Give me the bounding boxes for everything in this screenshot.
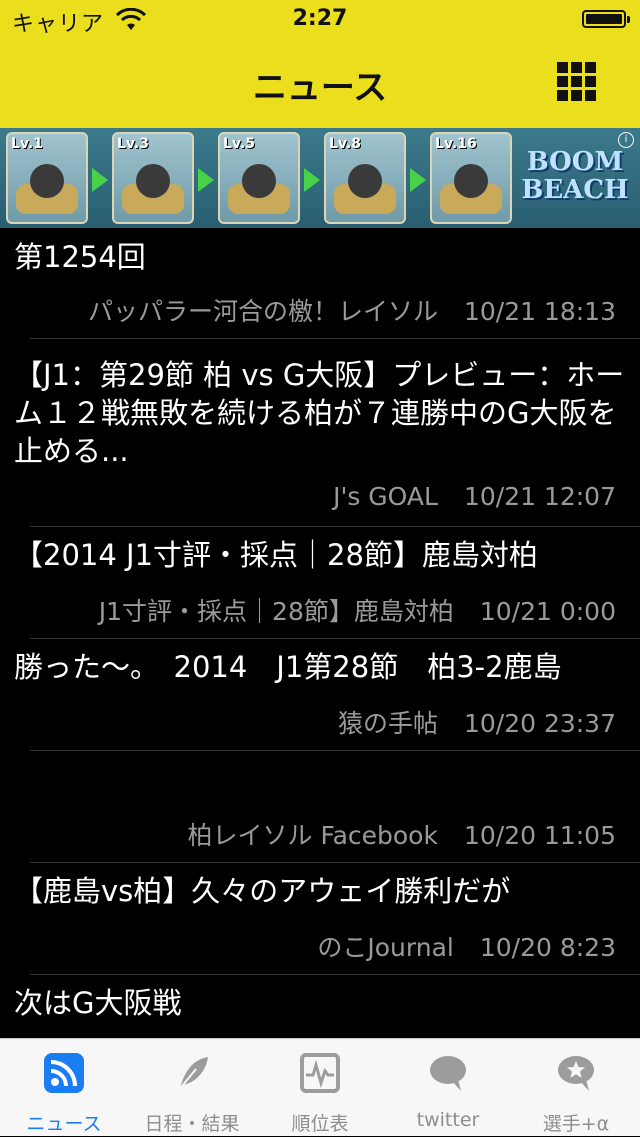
news-item[interactable]: 【J1：第29節 柏 vs G大阪】プレビュー：ホーム１２戦無敗を続ける柏が７連…	[0, 340, 640, 527]
grid-square	[585, 90, 596, 101]
ad-info-icon[interactable]: i	[618, 132, 634, 148]
divider	[30, 638, 640, 639]
page-title: ニュース	[252, 68, 388, 108]
news-source: パッパラー河合の檄！レイソル	[87, 297, 438, 326]
news-source: のこJournal	[317, 933, 454, 962]
grid-square	[571, 76, 582, 87]
brand-line-1: BOOM	[526, 147, 624, 177]
tab-bar: ニュース 日程・結果 順位表 twitter 選手+α	[0, 1038, 640, 1136]
grid-square	[585, 76, 596, 87]
news-title: 【J1：第29節 柏 vs G大阪】プレビュー：ホーム１２戦無敗を続ける柏が７連…	[14, 358, 625, 468]
upgrade-arrow-icon	[198, 168, 214, 192]
news-item[interactable]: 【鹿島vs柏】久々のアウェイ勝利だがのこJournal 10/20 8:23	[0, 864, 640, 975]
news-title: 第1254回	[14, 240, 146, 274]
feather-icon	[172, 1053, 212, 1093]
grid-square	[557, 90, 568, 101]
news-meta: J's GOAL 10/21 12:07	[333, 482, 616, 511]
tab-label: 順位表	[291, 1113, 349, 1135]
divider	[30, 862, 640, 863]
brand-line-2: BEACH	[521, 175, 629, 205]
pulse-monitor-icon	[300, 1053, 340, 1093]
level-label: Lv.3	[117, 136, 149, 152]
news-title: 【2014 J1寸評・採点｜28節】鹿島対柏	[14, 538, 538, 572]
tab-twitter[interactable]: twitter	[384, 1039, 512, 1137]
tab-players[interactable]: 選手+α	[512, 1039, 640, 1137]
grid-square	[585, 62, 596, 73]
level-label: Lv.5	[223, 136, 255, 152]
news-item[interactable]: 勝った〜。 2014 J1第28節 柏3-2鹿島猿の手帖 10/20 23:37	[0, 640, 640, 751]
upgrade-arrow-icon	[92, 168, 108, 192]
news-title: 【鹿島vs柏】久々のアウェイ勝利だが	[14, 874, 511, 908]
navigation-bar: キャリア 2:27 ニュース	[0, 0, 640, 128]
rss-icon	[44, 1053, 84, 1093]
level-label: Lv.8	[329, 136, 361, 152]
mortar-level-card: Lv.8	[324, 132, 406, 224]
divider	[30, 750, 640, 751]
divider	[30, 338, 640, 339]
mortar-icon	[30, 164, 64, 198]
mortar-icon	[348, 164, 382, 198]
mortar-level-card: Lv.3	[112, 132, 194, 224]
upgrade-arrow-icon	[304, 168, 320, 192]
news-item[interactable]: 次はG大阪戦	[0, 976, 640, 1038]
battery-icon	[582, 10, 630, 28]
news-meta: 猿の手帖 10/20 23:37	[338, 704, 616, 740]
grid-square	[571, 90, 582, 101]
news-date: 10/20 8:23	[479, 933, 616, 962]
news-source: J's GOAL	[333, 482, 438, 511]
grid-square	[571, 62, 582, 73]
news-item[interactable]: 第1254回パッパラー河合の檄！レイソル 10/21 18:13	[0, 228, 640, 339]
news-meta: J1寸評・採点｜28節】鹿島対柏 10/21 0:00	[99, 592, 616, 628]
mortar-icon	[136, 164, 170, 198]
news-date: 10/21 12:07	[463, 482, 616, 511]
mortar-level-card: Lv.16	[430, 132, 512, 224]
level-label: Lv.16	[435, 136, 477, 152]
advertisement-banner[interactable]: Lv.1 Lv.3 Lv.5 Lv.8 Lv.16 BOOM BEACH i	[0, 128, 640, 228]
tab-news[interactable]: ニュース	[0, 1039, 128, 1137]
news-source: J1寸評・採点｜28節】鹿島対柏	[98, 597, 454, 626]
grid-square	[557, 76, 568, 87]
news-source: 猿の手帖	[337, 709, 438, 738]
tab-label: 選手+α	[542, 1113, 610, 1135]
news-meta: のこJournal 10/20 8:23	[317, 928, 616, 964]
star-bubble-icon	[556, 1053, 596, 1093]
mortar-level-card: Lv.5	[218, 132, 300, 224]
grid-menu-icon[interactable]	[557, 62, 597, 102]
news-title: 次はG大阪戦	[14, 986, 182, 1020]
status-bar: キャリア 2:27	[0, 0, 640, 40]
divider	[30, 526, 640, 527]
boom-beach-logo: BOOM BEACH	[516, 148, 634, 204]
level-label: Lv.1	[11, 136, 43, 152]
news-item[interactable]: 【2014 J1寸評・採点｜28節】鹿島対柏 J1寸評・採点｜28節】鹿島対柏 10…	[0, 528, 640, 639]
tab-label: ニュース	[26, 1113, 102, 1135]
upgrade-arrow-icon	[410, 168, 426, 192]
mortar-icon	[454, 164, 488, 198]
news-source: 柏レイソル Facebook	[187, 821, 438, 850]
tab-schedule[interactable]: 日程・結果	[128, 1039, 256, 1137]
news-item[interactable]: 柏レイソル Facebook 10/20 11:05	[0, 752, 640, 863]
clock: 2:27	[292, 6, 348, 31]
news-date: 10/21 18:13	[463, 297, 616, 326]
tab-label: twitter	[416, 1109, 480, 1131]
news-date: 10/21 0:00	[479, 597, 616, 626]
tab-label: 日程・結果	[144, 1113, 240, 1135]
news-date: 10/20 11:05	[463, 821, 616, 850]
news-title: 勝った〜。 2014 J1第28節 柏3-2鹿島	[14, 650, 562, 684]
news-meta: パッパラー河合の檄！レイソル 10/21 18:13	[88, 292, 616, 328]
tab-standings[interactable]: 順位表	[256, 1039, 384, 1137]
news-meta: 柏レイソル Facebook 10/20 11:05	[188, 816, 616, 852]
speech-bubble-icon	[428, 1053, 468, 1093]
news-list[interactable]: 第1254回パッパラー河合の檄！レイソル 10/21 18:13 【J1：第29節 …	[0, 228, 640, 1038]
mortar-level-card: Lv.1	[6, 132, 88, 224]
grid-square	[557, 62, 568, 73]
divider	[30, 974, 640, 975]
news-date: 10/20 23:37	[463, 709, 616, 738]
mortar-icon	[242, 164, 276, 198]
